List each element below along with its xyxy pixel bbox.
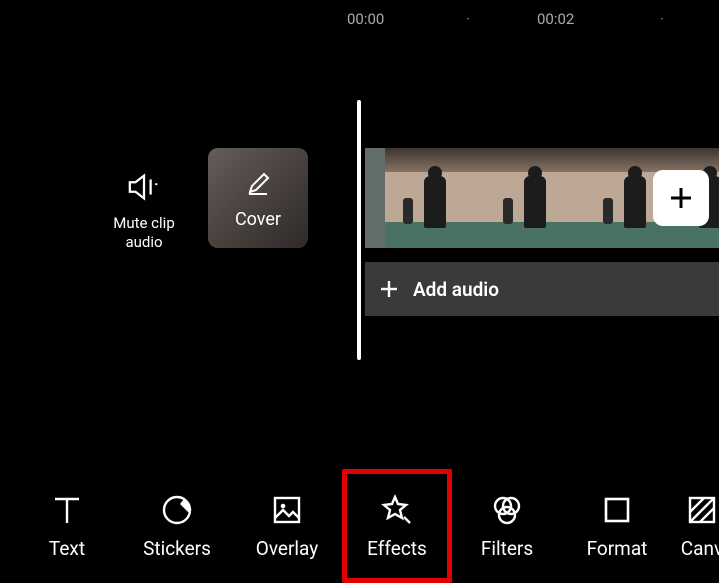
tool-format-label: Format (587, 537, 648, 560)
ruler-dot: · (466, 10, 470, 28)
tool-effects[interactable]: Effects (342, 469, 452, 583)
clip-thumbnail[interactable] (365, 148, 385, 248)
bottom-toolbar: Text Stickers Overlay Effects (0, 469, 719, 583)
tool-effects-label: Effects (367, 537, 427, 560)
plus-icon (379, 279, 399, 299)
ruler-time-0: 00:00 (347, 10, 384, 28)
effects-icon (380, 493, 414, 527)
tool-filters-label: Filters (481, 537, 533, 560)
tool-text-label: Text (49, 537, 85, 560)
cover-button[interactable]: Cover (208, 148, 308, 248)
tool-text[interactable]: Text (12, 469, 122, 583)
ruler-dot: · (660, 10, 664, 28)
mute-clip-audio-button[interactable]: Mute clipaudio (104, 170, 184, 252)
tool-canvas-label: Canv (681, 537, 719, 560)
text-icon (50, 493, 84, 527)
add-audio-label: Add audio (413, 278, 499, 301)
add-audio-button[interactable]: Add audio (365, 262, 719, 316)
timeline-ruler[interactable]: 00:00 · 00:02 · (0, 0, 719, 36)
tool-format[interactable]: Format (562, 469, 672, 583)
tool-canvas[interactable]: Canv (672, 469, 719, 583)
tool-stickers-label: Stickers (143, 537, 211, 560)
cover-label: Cover (235, 209, 281, 230)
tool-overlay-label: Overlay (256, 537, 318, 560)
canvas-icon (685, 493, 719, 527)
overlay-icon (270, 493, 304, 527)
mute-label: Mute clipaudio (104, 214, 184, 252)
clip-thumbnail[interactable] (385, 148, 485, 248)
sticker-icon (160, 493, 194, 527)
tool-overlay[interactable]: Overlay (232, 469, 342, 583)
add-clip-button[interactable] (653, 170, 709, 226)
filters-icon (490, 493, 524, 527)
clip-thumbnail[interactable] (485, 148, 585, 248)
format-icon (600, 493, 634, 527)
pencil-icon (241, 167, 275, 201)
playhead[interactable] (357, 100, 361, 360)
tool-stickers[interactable]: Stickers (122, 469, 232, 583)
plus-icon (666, 183, 696, 213)
tool-filters[interactable]: Filters (452, 469, 562, 583)
mute-icon (127, 170, 161, 204)
ruler-time-1: 00:02 (537, 10, 574, 28)
